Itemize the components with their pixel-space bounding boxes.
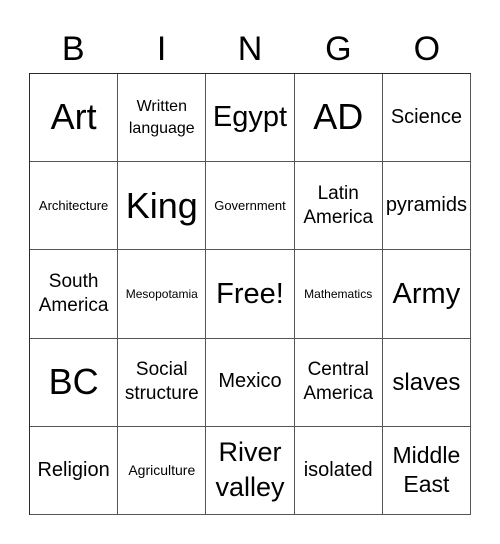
bingo-cell[interactable]: BC xyxy=(30,338,119,427)
bingo-board: Art Written language Egypt AD Science Ar… xyxy=(29,73,471,515)
cell-label: Written language xyxy=(128,98,195,137)
cell-label: Agriculture xyxy=(128,462,196,479)
cell-label: Army xyxy=(392,277,461,310)
bingo-cell[interactable]: Architecture xyxy=(30,162,119,251)
header-letter-o: O xyxy=(413,30,441,68)
bingo-cell[interactable]: Mesopotamia xyxy=(118,250,207,339)
bingo-cell[interactable]: Latin America xyxy=(294,162,383,251)
cell-label: Science xyxy=(390,105,462,128)
cell-label: AD xyxy=(313,96,364,138)
cell-label: Mathematics xyxy=(304,286,373,301)
cell-label: Mesopotamia xyxy=(125,286,198,301)
free-space-label: Free! xyxy=(216,277,284,310)
bingo-cell[interactable]: King xyxy=(118,162,207,251)
cell-label: Art xyxy=(50,96,97,138)
cell-label: pyramids xyxy=(385,193,467,216)
bingo-cell[interactable]: Art xyxy=(30,74,119,163)
bingo-cell[interactable]: River valley xyxy=(206,426,295,515)
cell-label: slaves xyxy=(392,368,461,396)
cell-label: River valley xyxy=(215,437,285,503)
bingo-cell[interactable]: Middle East xyxy=(382,426,471,515)
bingo-cell[interactable]: Mathematics xyxy=(294,250,383,339)
bingo-cell[interactable]: pyramids xyxy=(382,162,471,251)
bingo-cell[interactable]: Army xyxy=(382,250,471,339)
bingo-cell[interactable]: AD xyxy=(294,74,383,163)
cell-label: Latin America xyxy=(303,183,374,228)
free-space-cell[interactable]: Free! xyxy=(206,250,295,339)
bingo-cell[interactable]: Central America xyxy=(294,338,383,427)
cell-label: Social structure xyxy=(124,359,199,405)
bingo-cell[interactable]: South America xyxy=(30,250,119,339)
header-letter-b: B xyxy=(61,30,85,68)
header-letter-g: G xyxy=(325,30,352,68)
header-letter-i: I xyxy=(156,30,167,68)
cell-label: Architecture xyxy=(38,198,109,214)
bingo-cell[interactable]: Religion xyxy=(30,426,119,515)
cell-label: King xyxy=(125,184,198,226)
cell-label: Religion xyxy=(37,458,110,481)
bingo-cell[interactable]: Government xyxy=(206,162,295,251)
bingo-cell[interactable]: Written language xyxy=(118,74,207,163)
cell-label: Central America xyxy=(303,359,374,405)
cell-label: Middle East xyxy=(392,441,461,498)
header-letter-n: N xyxy=(237,30,263,68)
bingo-cell[interactable]: Mexico xyxy=(206,338,295,427)
bingo-cell[interactable]: Science xyxy=(382,74,471,163)
bingo-header: B I N G O xyxy=(29,26,471,72)
cell-label: Egypt xyxy=(212,101,288,134)
cell-label: isolated xyxy=(303,458,373,481)
bingo-cell[interactable]: Egypt xyxy=(206,74,295,163)
bingo-cell[interactable]: isolated xyxy=(294,426,383,515)
cell-label: South America xyxy=(38,271,109,316)
bingo-cell[interactable]: slaves xyxy=(382,338,471,427)
cell-label: Government xyxy=(214,198,286,214)
bingo-cell[interactable]: Agriculture xyxy=(118,426,207,515)
cell-label: BC xyxy=(48,360,99,402)
cell-label: Mexico xyxy=(218,370,282,393)
bingo-cell[interactable]: Social structure xyxy=(118,338,207,427)
